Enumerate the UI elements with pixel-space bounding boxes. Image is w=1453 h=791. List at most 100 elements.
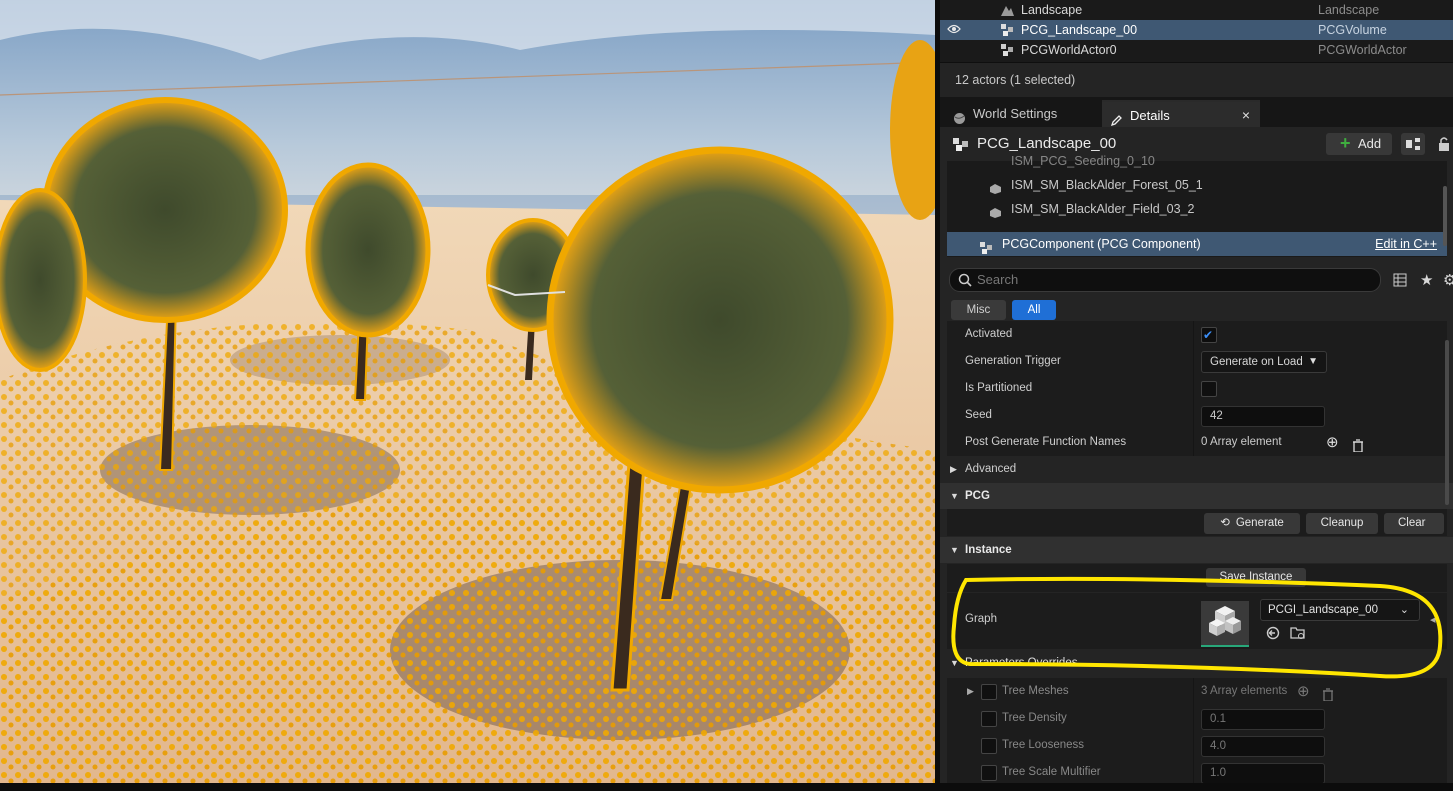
tab-world-settings[interactable]: World Settings	[945, 100, 1100, 127]
search-placeholder: Search	[977, 272, 1019, 287]
prop-label: Tree Meshes	[1002, 685, 1069, 697]
tab-details[interactable]: Details ×	[1102, 100, 1260, 129]
graph-asset-dropdown[interactable]: PCGI_Landscape_00 ⌄	[1260, 599, 1420, 621]
save-instance-button[interactable]: Save Instance	[1206, 568, 1306, 587]
prop-activated: Activated	[947, 321, 1447, 349]
outliner-row-landscape[interactable]: Landscape Landscape	[940, 0, 1453, 20]
partitioned-checkbox[interactable]	[1201, 381, 1217, 397]
generation-trigger-dropdown[interactable]: Generate on Load ▼	[1201, 351, 1327, 373]
component-row[interactable]: ISM_PCG_Seeding_0_10	[947, 149, 1447, 173]
component-label: ISM_PCG_Seeding_0_10	[1011, 154, 1155, 168]
prop-label: Activated	[965, 328, 1013, 340]
component-label: ISM_SM_BlackAlder_Field_03_2	[1011, 202, 1195, 216]
graph-property: Graph PCGI_Landscape_00 ⌄ ◂	[947, 593, 1447, 649]
section-instance[interactable]: ▼ Instance	[940, 537, 1453, 563]
dropdown-value: PCGI_Landscape_00	[1268, 604, 1378, 616]
chevron-down-icon: ▼	[950, 545, 959, 555]
prop-label: Graph	[965, 613, 997, 625]
landscape-icon	[1000, 3, 1014, 17]
pcg-icon	[1000, 43, 1014, 57]
seed-value: 42	[1210, 410, 1223, 422]
component-row[interactable]: ISM_SM_BlackAlder_Forest_05_1	[947, 173, 1447, 197]
component-tree: ISM_PCG_Seeding_0_10 ISM_SM_BlackAlder_F…	[947, 154, 1447, 257]
right-panel: Landscape Landscape PCG_Landscape_00 PCG…	[940, 0, 1453, 783]
tree-scrollbar[interactable]	[1443, 186, 1447, 246]
tree-density-input[interactable]: 0.1	[1201, 709, 1325, 730]
generate-button[interactable]: ⟲ Generate	[1204, 513, 1300, 534]
override-tree-meshes: ▶ Tree Meshes 3 Array elements ⊕	[947, 678, 1447, 706]
component-row[interactable]: ISM_SM_BlackAlder_Field_03_2	[947, 197, 1447, 221]
close-icon[interactable]: ×	[1242, 102, 1250, 129]
prop-label: Post Generate Function Names	[965, 436, 1127, 448]
outliner-row-pcg-landscape[interactable]: PCG_Landscape_00 PCGVolume	[940, 20, 1453, 40]
override-tree-looseness: Tree Looseness 4.0	[947, 732, 1447, 760]
prop-generation-trigger: Generation Trigger Generate on Load ▼	[947, 348, 1447, 376]
override-tree-scale: Tree Scale Multifier 1.0	[947, 759, 1447, 783]
add-element-icon[interactable]: ⊕	[1297, 678, 1310, 705]
filter-misc[interactable]: Misc	[951, 300, 1006, 320]
component-label: ISM_SM_BlackAlder_Forest_05_1	[1011, 178, 1203, 192]
section-parameters-overrides[interactable]: ▼ Parameters Overrides	[940, 650, 1453, 676]
use-selected-icon[interactable]	[1265, 626, 1281, 640]
section-label: Instance	[965, 544, 1012, 556]
filter-all[interactable]: All	[1012, 300, 1056, 320]
tab-label: World Settings	[973, 106, 1058, 121]
prop-post-generate: Post Generate Function Names 0 Array ele…	[947, 429, 1447, 457]
outliner-name: PCGWorldActor0	[1021, 43, 1117, 57]
chevron-down-icon: ▼	[950, 658, 959, 668]
tab-label: Details	[1130, 108, 1170, 123]
dropdown-value: Generate on Load	[1210, 356, 1303, 368]
button-label: Generate	[1235, 517, 1284, 529]
star-icon[interactable]: ★	[1420, 271, 1433, 289]
field-value: 0.1	[1210, 713, 1226, 725]
prop-seed: Seed 42	[947, 402, 1447, 430]
override-tree-density: Tree Density 0.1	[947, 705, 1447, 733]
section-pcg[interactable]: ▼ PCG	[940, 483, 1453, 509]
chevron-right-icon[interactable]: ▶	[967, 678, 974, 705]
section-label: PCG	[965, 490, 990, 502]
component-row-pcg[interactable]: PCGComponent (PCG Component) Edit in C++	[947, 232, 1447, 256]
override-checkbox[interactable]	[981, 738, 997, 754]
gear-icon[interactable]: ⚙	[1443, 271, 1453, 289]
actor-count-text: 12 actors (1 selected)	[955, 73, 1076, 87]
status-strip	[0, 783, 1453, 791]
trash-icon[interactable]	[1352, 436, 1364, 453]
activated-checkbox[interactable]	[1201, 322, 1217, 349]
tree-scale-input[interactable]: 1.0	[1201, 763, 1325, 783]
pcg-icon	[1000, 23, 1014, 37]
array-count: 3 Array elements	[1201, 685, 1288, 697]
tree-looseness-input[interactable]: 4.0	[1201, 736, 1325, 757]
reset-arrow-icon[interactable]: ◂	[1430, 613, 1436, 626]
pencil-icon	[1110, 109, 1123, 127]
chevron-right-icon: ▶	[950, 464, 957, 474]
prop-label: Is Partitioned	[965, 382, 1033, 394]
search-input[interactable]: Search	[949, 268, 1381, 292]
browse-folder-icon[interactable]	[1290, 625, 1306, 641]
override-checkbox[interactable]	[981, 765, 997, 781]
override-checkbox[interactable]	[981, 684, 997, 700]
graph-asset-icon	[1209, 606, 1241, 636]
eye-icon[interactable]	[946, 20, 962, 40]
clear-button[interactable]: Clear	[1384, 513, 1444, 534]
viewport-scene	[0, 0, 935, 783]
section-advanced[interactable]: ▶ Advanced	[940, 456, 1453, 482]
seed-input[interactable]: 42	[1201, 406, 1325, 427]
add-element-icon[interactable]: ⊕	[1326, 429, 1339, 456]
graph-thumbnail[interactable]	[1201, 601, 1249, 647]
prop-is-partitioned: Is Partitioned	[947, 375, 1447, 403]
actor-count: 12 actors (1 selected)	[940, 62, 1453, 97]
mesh-icon	[989, 179, 1002, 194]
level-viewport[interactable]	[0, 0, 935, 783]
outliner-type: Landscape	[1318, 3, 1380, 17]
trash-icon[interactable]	[1322, 685, 1334, 702]
field-value: 1.0	[1210, 767, 1226, 779]
override-checkbox[interactable]	[981, 711, 997, 727]
array-count: 0 Array element	[1201, 436, 1282, 448]
undo-icon: ⟲	[1220, 517, 1230, 529]
table-view-icon[interactable]	[1393, 273, 1407, 287]
outliner-row-pcg-world-actor[interactable]: PCGWorldActor0 PCGWorldActor	[940, 40, 1453, 60]
outliner-name: Landscape	[1021, 3, 1083, 17]
details-scrollbar[interactable]	[1445, 340, 1449, 505]
edit-in-cpp-link[interactable]: Edit in C++	[1375, 232, 1437, 256]
cleanup-button[interactable]: Cleanup	[1306, 513, 1378, 534]
